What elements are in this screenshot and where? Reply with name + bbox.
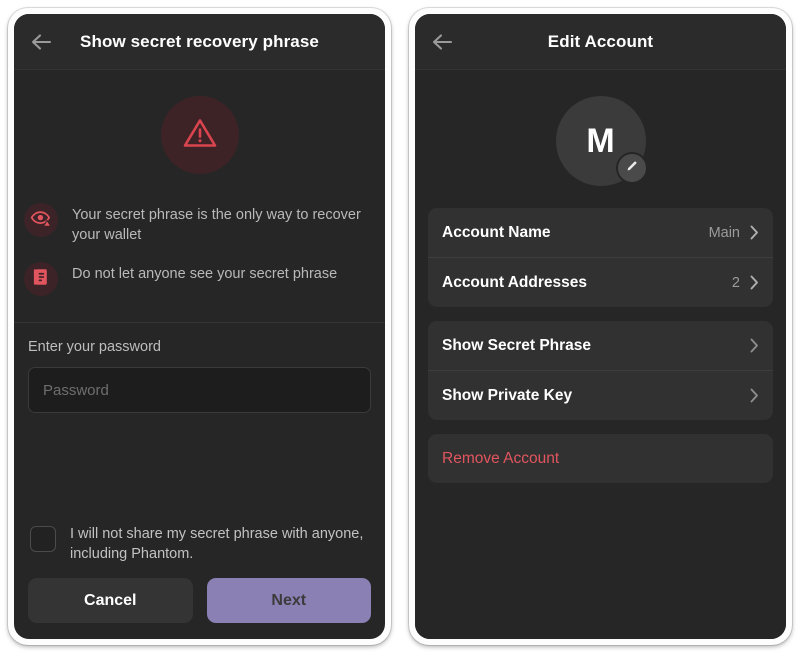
left-phone-frame: Show secret recovery phrase Your secret … [8, 8, 391, 645]
warning-triangle-icon [182, 116, 218, 155]
row-value: Main [708, 224, 740, 241]
danger-group: Remove Account [428, 434, 773, 483]
action-button-row: Cancel Next [28, 578, 371, 623]
warning-badge-container [14, 70, 385, 196]
chevron-right-icon [750, 388, 759, 403]
account-info-group: Account Name Main Account Addresses 2 [428, 208, 773, 307]
back-button-left[interactable] [26, 27, 56, 57]
avatar-letter: M [586, 121, 615, 160]
warning-item: Your secret phrase is the only way to re… [14, 196, 385, 251]
right-phone-frame: Edit Account M Account Name Main Account… [409, 8, 792, 645]
row-label: Show Secret Phrase [442, 336, 592, 354]
cancel-button[interactable]: Cancel [28, 578, 193, 623]
password-label: Enter your password [28, 339, 161, 355]
row-account-addresses[interactable]: Account Addresses 2 [428, 257, 773, 307]
eye-warning-icon-bg [24, 203, 58, 237]
warning-item-text: Your secret phrase is the only way to re… [72, 207, 361, 243]
warning-item-text: Do not let anyone see your secret phrase [72, 266, 338, 282]
row-account-name[interactable]: Account Name Main [428, 208, 773, 257]
screenshot-root: Show secret recovery phrase Your secret … [0, 0, 800, 653]
chevron-right-icon [750, 225, 759, 240]
left-header: Show secret recovery phrase [14, 14, 385, 70]
secrets-group: Show Secret Phrase Show Private Key [428, 321, 773, 420]
document-warning-icon-bg [24, 262, 58, 296]
row-show-secret-phrase[interactable]: Show Secret Phrase [428, 321, 773, 370]
row-label: Show Private Key [442, 386, 573, 404]
consent-label: I will not share my secret phrase with a… [70, 526, 364, 562]
warning-item: Do not let anyone see your secret phrase [14, 255, 385, 302]
edit-account-screen: Edit Account M Account Name Main Account… [415, 14, 786, 639]
show-secret-recovery-phrase-screen: Show secret recovery phrase Your secret … [14, 14, 385, 639]
eye-warning-icon [30, 209, 52, 232]
row-remove-account[interactable]: Remove Account [428, 434, 773, 483]
avatar-container: M [415, 70, 786, 208]
avatar[interactable]: M [555, 96, 648, 186]
consent-row[interactable]: I will not share my secret phrase with a… [28, 518, 371, 578]
warning-section: Your secret phrase is the only way to re… [14, 70, 385, 323]
row-label: Account Name [442, 223, 551, 241]
row-show-private-key[interactable]: Show Private Key [428, 370, 773, 420]
document-warning-icon [31, 267, 51, 292]
next-button[interactable]: Next [206, 578, 371, 623]
row-label: Account Addresses [442, 273, 587, 291]
avatar-edit-badge[interactable] [615, 152, 648, 184]
pencil-icon [625, 159, 639, 178]
warning-badge [160, 96, 239, 174]
remove-account-label: Remove Account [442, 449, 560, 467]
password-input[interactable] [28, 367, 371, 413]
left-footer: I will not share my secret phrase with a… [14, 518, 385, 639]
password-section: Enter your password [14, 323, 385, 518]
arrow-left-icon [431, 33, 453, 51]
row-value: 2 [731, 274, 740, 291]
chevron-right-icon [750, 275, 759, 290]
edit-account-body: M Account Name Main Account Addresses 2 … [415, 70, 786, 639]
consent-checkbox[interactable] [30, 526, 56, 552]
back-button-right[interactable] [427, 27, 457, 57]
arrow-left-icon [30, 33, 52, 51]
left-page-title: Show secret recovery phrase [80, 31, 319, 51]
right-header: Edit Account [415, 14, 786, 70]
right-page-title: Edit Account [547, 31, 654, 51]
chevron-right-icon [750, 338, 759, 353]
